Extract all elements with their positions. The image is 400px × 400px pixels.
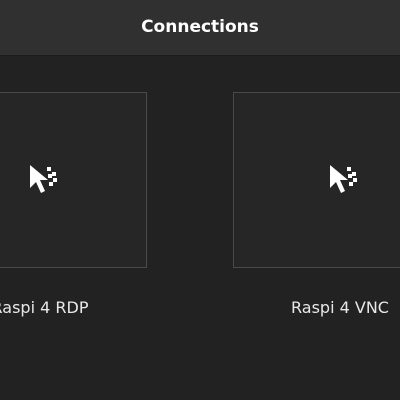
connection-label: Raspi 4 RDP (0, 298, 89, 317)
connection-item-raspi-4-vnc[interactable]: Raspi 4 VNC (233, 92, 400, 317)
connection-thumbnail[interactable] (233, 92, 400, 268)
header-bar: Connections (0, 0, 400, 56)
page-title: Connections (141, 17, 259, 37)
connections-window: Connections Raspi 4 RDP Raspi 4 VNC (0, 0, 400, 400)
connection-item-raspi-4-rdp[interactable]: Raspi 4 RDP (0, 92, 147, 317)
connection-thumbnail[interactable] (0, 92, 147, 268)
connections-grid: Raspi 4 RDP Raspi 4 VNC (0, 56, 400, 400)
pointer-cursor-icon (330, 165, 357, 193)
pointer-cursor-icon (30, 165, 57, 193)
connection-label: Raspi 4 VNC (291, 298, 389, 317)
